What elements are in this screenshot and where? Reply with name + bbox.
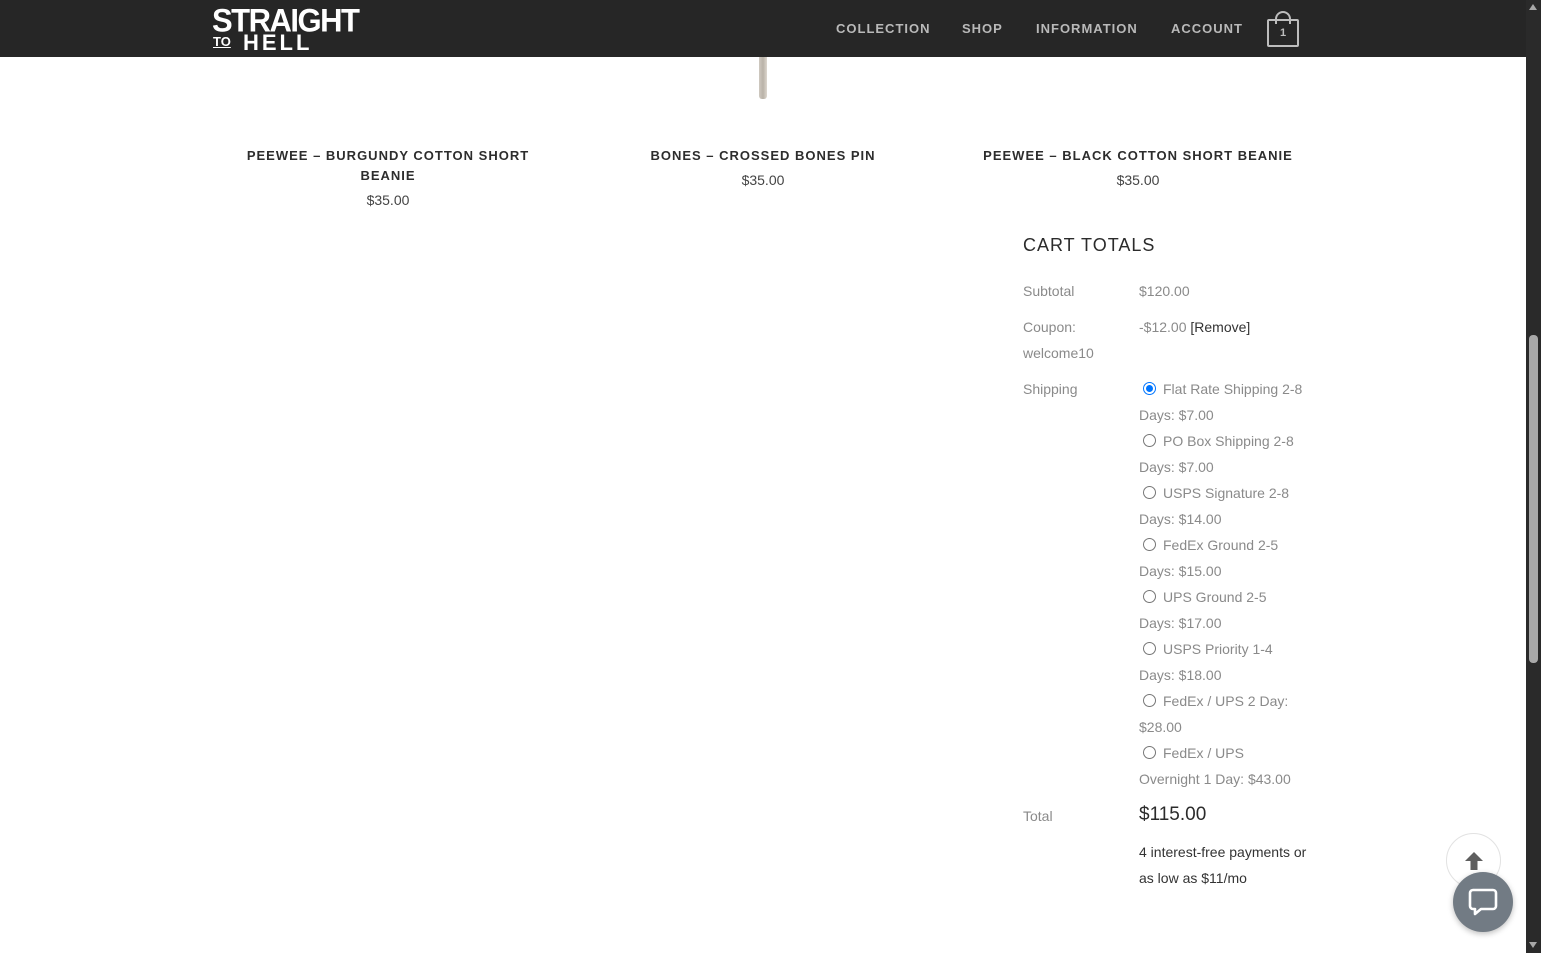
shipping-option[interactable]: UPS Ground 2-5 Days: $17.00 — [1139, 584, 1304, 636]
shipping-radio[interactable] — [1143, 746, 1156, 759]
shipping-radio[interactable] — [1143, 694, 1156, 707]
shipping-option-label: Flat Rate Shipping 2-8 Days: $7.00 — [1139, 381, 1303, 423]
nav-information[interactable]: INFORMATION — [1036, 20, 1138, 38]
arrow-up-icon — [1465, 852, 1483, 870]
shipping-option[interactable]: FedEx Ground 2-5 Days: $15.00 — [1139, 532, 1304, 584]
page-viewport: STRAIGHT TO HELL COLLECTION SHOP INFORMA… — [0, 0, 1526, 953]
logo-line-2b: HELL — [243, 30, 313, 55]
chat-bubble-icon — [1468, 888, 1498, 916]
shipping-option-label: PO Box Shipping 2-8 Days: $7.00 — [1139, 433, 1294, 475]
shipping-option-label: FedEx / UPS Overnight 1 Day: $43.00 — [1139, 745, 1291, 787]
product-image-pin[interactable] — [759, 57, 767, 99]
shipping-label: Shipping — [1023, 381, 1078, 397]
shipping-option[interactable]: Flat Rate Shipping 2-8 Days: $7.00 — [1139, 376, 1304, 428]
nav-shop[interactable]: SHOP — [962, 20, 1003, 38]
shipping-option[interactable]: FedEx / UPS Overnight 1 Day: $43.00 — [1139, 740, 1304, 792]
nav-account[interactable]: ACCOUNT — [1171, 20, 1243, 38]
shipping-radio[interactable] — [1143, 642, 1156, 655]
shipping-option-label: FedEx Ground 2-5 Days: $15.00 — [1139, 537, 1279, 579]
product-title-2[interactable]: BONES – CROSSED BONES PIN — [613, 146, 913, 166]
scrollbar-thumb[interactable] — [1529, 335, 1538, 663]
cart-count: 1 — [1279, 27, 1287, 39]
nav-collection[interactable]: COLLECTION — [836, 20, 931, 38]
subtotal-value: $120.00 — [1139, 283, 1190, 299]
product-price-2: $35.00 — [741, 172, 785, 188]
shipping-radio[interactable] — [1143, 590, 1156, 603]
subtotal-label: Subtotal — [1023, 283, 1075, 299]
product-price-1: $35.00 — [366, 192, 410, 208]
shipping-option[interactable]: USPS Signature 2-8 Days: $14.00 — [1139, 480, 1304, 532]
cart-button[interactable]: 1 — [1266, 10, 1300, 48]
shipping-radio[interactable] — [1143, 434, 1156, 447]
total-label: Total — [1023, 808, 1053, 824]
scroll-up-arrow-icon[interactable] — [1529, 4, 1537, 10]
shipping-option-label: UPS Ground 2-5 Days: $17.00 — [1139, 589, 1267, 631]
shipping-radio[interactable] — [1143, 486, 1156, 499]
cart-totals-heading: CART TOTALS — [1023, 235, 1156, 255]
page-scrollbar[interactable] — [1526, 0, 1541, 953]
shipping-option[interactable]: FedEx / UPS 2 Day: $28.00 — [1139, 688, 1304, 740]
live-chat-button[interactable] — [1453, 872, 1513, 932]
shipping-radio[interactable] — [1143, 538, 1156, 551]
scroll-down-arrow-icon[interactable] — [1529, 942, 1537, 948]
total-value: $115.00 — [1139, 804, 1207, 825]
coupon-row: -$12.00 [Remove] — [1139, 314, 1250, 340]
shipping-option-label: FedEx / UPS 2 Day: $28.00 — [1139, 693, 1289, 735]
site-logo[interactable]: STRAIGHT TO HELL — [212, 4, 360, 55]
shipping-radio-selected[interactable] — [1143, 382, 1156, 395]
shipping-option[interactable]: USPS Priority 1-4 Days: $18.00 — [1139, 636, 1304, 688]
remove-coupon-link[interactable]: [Remove] — [1190, 319, 1250, 335]
product-title-1[interactable]: PEEWEE – BURGUNDY COTTON SHORT BEANIE — [238, 146, 538, 186]
logo-line-2a: TO — [213, 34, 231, 49]
shipping-option[interactable]: PO Box Shipping 2-8 Days: $7.00 — [1139, 428, 1304, 480]
shipping-option-label: USPS Signature 2-8 Days: $14.00 — [1139, 485, 1290, 527]
coupon-label: Coupon: welcome10 — [1023, 319, 1094, 361]
shipping-option-label: USPS Priority 1-4 Days: $18.00 — [1139, 641, 1273, 683]
product-price-3: $35.00 — [1116, 172, 1160, 188]
coupon-discount: -$12.00 — [1139, 319, 1187, 335]
installments-text[interactable]: 4 interest-free payments or as low as $1… — [1139, 839, 1309, 891]
product-title-3[interactable]: PEEWEE – BLACK COTTON SHORT BEANIE — [968, 146, 1308, 166]
site-header: STRAIGHT TO HELL COLLECTION SHOP INFORMA… — [0, 0, 1526, 57]
